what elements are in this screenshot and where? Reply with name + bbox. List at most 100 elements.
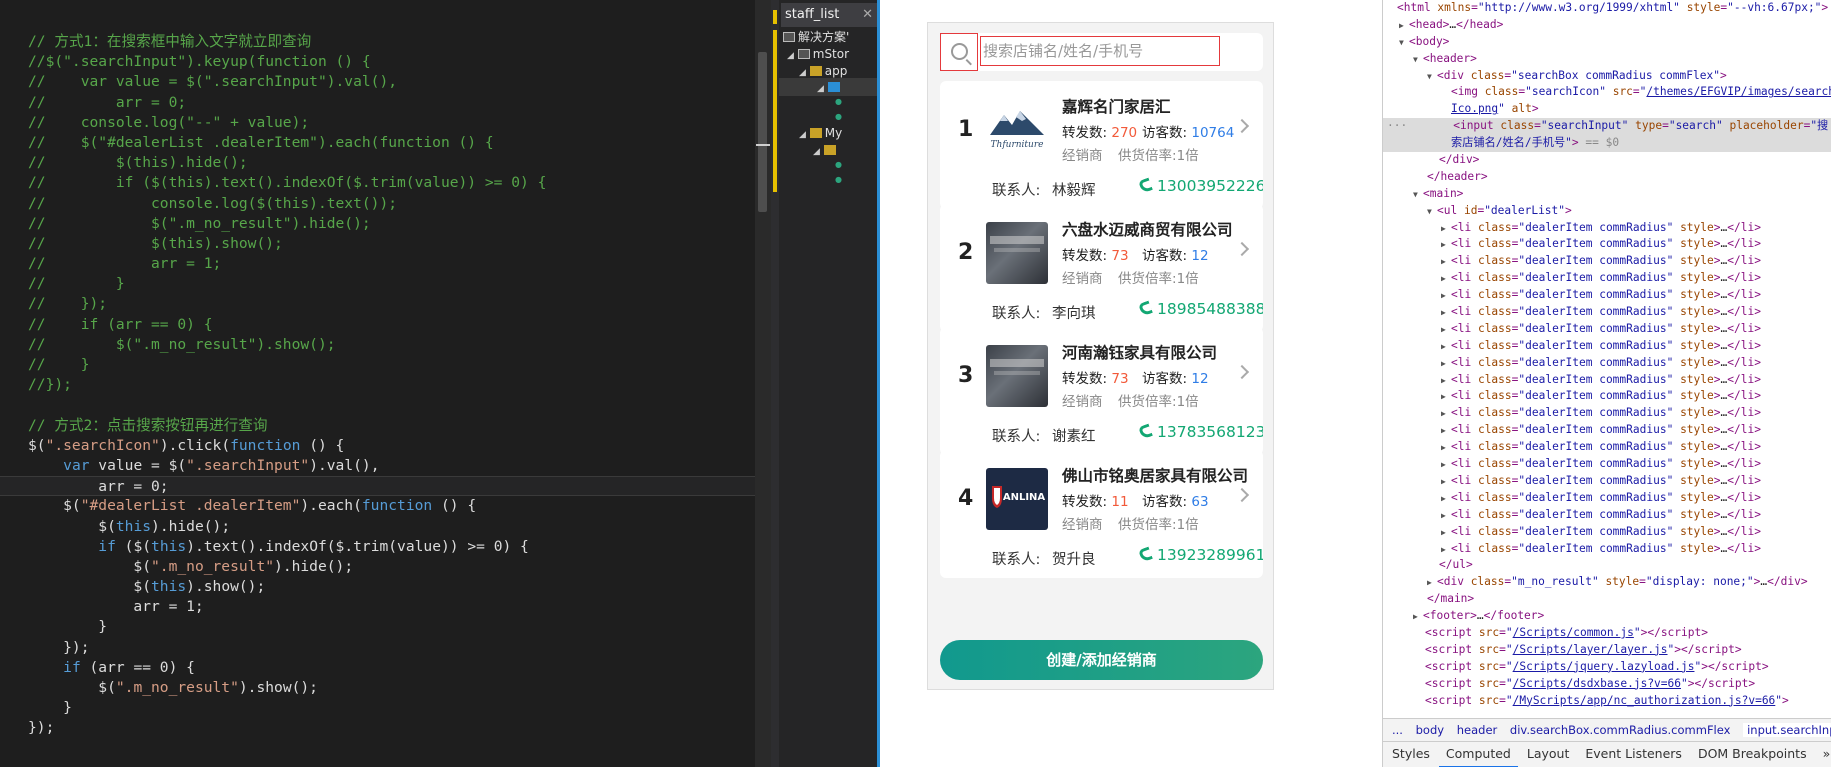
tree-item-folder[interactable]: ◢ My: [799, 124, 842, 142]
expand-triangle-icon[interactable]: ▶: [1441, 474, 1451, 491]
code-line[interactable]: // $(this).show();: [0, 234, 755, 254]
breadcrumb-item[interactable]: header: [1457, 723, 1498, 737]
code-line[interactable]: // }: [0, 274, 755, 294]
dealer-item[interactable]: 3 河南瀚钰家具有限公司 转发数: 73 访客数: 12 经销商 供货倍率:1倍…: [940, 327, 1263, 455]
dom-node-li[interactable]: ▶ <li class="dealerItem commRadius" style…: [1383, 270, 1831, 287]
expand-triangle-icon[interactable]: ▶: [1441, 389, 1451, 406]
dom-node-li[interactable]: ▶ <li class="dealerItem commRadius" style…: [1383, 456, 1831, 473]
code-line[interactable]: // var value = $(".searchInput").val(),: [0, 72, 755, 92]
chevron-right-icon[interactable]: [1234, 241, 1250, 257]
collapse-triangle-icon[interactable]: ▼: [1427, 204, 1437, 221]
elements-tree[interactable]: <html xmlns="http://www.w3.org/1999/xhtm…: [1383, 0, 1831, 718]
code-line[interactable]: // $(".m_no_result").show();: [0, 335, 755, 355]
dom-node-ul[interactable]: ▼ <ul id="dealerList">: [1383, 203, 1831, 220]
dom-node-li[interactable]: ▶ <li class="dealerItem commRadius" style…: [1383, 541, 1831, 558]
dom-node-li[interactable]: ▶ <li class="dealerItem commRadius" style…: [1383, 439, 1831, 456]
breadcrumb-item[interactable]: div.searchBox.commRadius.commFlex: [1510, 723, 1731, 737]
dom-node-li[interactable]: ▶ <li class="dealerItem commRadius" style…: [1383, 321, 1831, 338]
breadcrumb-item-selected[interactable]: input.searchInput: [1743, 723, 1831, 737]
dom-node-head[interactable]: ▶ <head>…</head>: [1383, 17, 1831, 34]
dom-node-script[interactable]: <script src="/Scripts/dsdxbase.js?v=66">…: [1383, 676, 1831, 693]
collapse-triangle-icon[interactable]: ▼: [1413, 187, 1423, 204]
dom-node-li[interactable]: ▶ <li class="dealerItem commRadius" style…: [1383, 524, 1831, 541]
expand-icon[interactable]: ◢: [817, 84, 824, 94]
expand-triangle-icon[interactable]: ▶: [1441, 288, 1451, 305]
dom-node-header[interactable]: ▼ <header>: [1383, 51, 1831, 68]
expand-triangle-icon[interactable]: ▶: [1441, 339, 1451, 356]
code-line[interactable]: });: [0, 718, 755, 738]
collapse-triangle-icon[interactable]: ▼: [1413, 52, 1423, 69]
code-line[interactable]: // console.log($(this).text());: [0, 194, 755, 214]
code-line[interactable]: $("#dealerList .dealerItem").each(functi…: [0, 496, 755, 516]
code-line[interactable]: // $(this).hide();: [0, 153, 755, 173]
expand-triangle-icon[interactable]: ▶: [1441, 254, 1451, 271]
expand-triangle-icon[interactable]: ▶: [1441, 373, 1451, 390]
expand-triangle-icon[interactable]: ▶: [1441, 356, 1451, 373]
expand-icon[interactable]: ◢: [787, 51, 794, 61]
dom-node-li[interactable]: ▶ <li class="dealerItem commRadius" style…: [1383, 388, 1831, 405]
dom-node-input-selected[interactable]: ··· <input class="searchInput" type="sear…: [1383, 118, 1831, 136]
code-line[interactable]: // 方式2：点击搜索按钮再进行查询: [0, 416, 755, 436]
dom-node-main[interactable]: ▼ <main>: [1383, 186, 1831, 203]
dom-node-body[interactable]: ▼ <body>: [1383, 34, 1831, 51]
editor-scrollbar-thumb[interactable]: [758, 52, 767, 212]
expand-triangle-icon[interactable]: ▶: [1441, 542, 1451, 559]
dom-node-li[interactable]: ▶ <li class="dealerItem commRadius" style…: [1383, 405, 1831, 422]
code-line[interactable]: if (arr == 0) {: [0, 658, 755, 678]
dom-node-li[interactable]: ▶ <li class="dealerItem commRadius" style…: [1383, 473, 1831, 490]
code-line[interactable]: }: [0, 617, 755, 637]
code-line[interactable]: $(".searchIcon").click(function () {: [0, 436, 755, 456]
code-line[interactable]: // arr = 1;: [0, 254, 755, 274]
expand-triangle-icon[interactable]: ▶: [1441, 221, 1451, 238]
code-line[interactable]: $(this).hide();: [0, 517, 755, 537]
code-line[interactable]: }: [0, 698, 755, 718]
breadcrumb-item[interactable]: body: [1416, 723, 1444, 737]
dom-node-li[interactable]: ▶ <li class="dealerItem commRadius" style…: [1383, 220, 1831, 237]
code-line[interactable]: [0, 395, 755, 415]
tab-dom-breakpoints[interactable]: DOM Breakpoints: [1691, 742, 1814, 766]
code-line[interactable]: var value = $(".searchInput").val(),: [0, 456, 755, 476]
expand-triangle-icon[interactable]: ▶: [1441, 406, 1451, 423]
code-line[interactable]: // });: [0, 294, 755, 314]
breadcrumb-item[interactable]: ...: [1392, 723, 1403, 737]
dom-node-li[interactable]: ▶ <li class="dealerItem commRadius" style…: [1383, 236, 1831, 253]
more-tabs-icon[interactable]: »: [1816, 742, 1831, 766]
phone-link[interactable]: 13923289961: [1138, 546, 1263, 564]
code-editor[interactable]: // 方式1：在搜索框中输入文字就立即查询 //$(".searchInput")…: [0, 0, 771, 767]
tab-event-listeners[interactable]: Event Listeners: [1578, 742, 1689, 766]
expand-triangle-icon[interactable]: ▶: [1441, 271, 1451, 288]
code-line[interactable]: if ($(this).text().indexOf($.trim(value)…: [0, 537, 755, 557]
expand-triangle-icon[interactable]: ▶: [1441, 237, 1451, 254]
dom-node-script[interactable]: <script src="/MyScripts/app/nc_authoriza…: [1383, 693, 1831, 710]
dealer-list[interactable]: 1 Thfurniture 嘉辉名门家居汇 转发数: 270 访客数: 1076…: [940, 81, 1263, 626]
search-button[interactable]: [940, 33, 978, 71]
expand-triangle-icon[interactable]: ▶: [1441, 440, 1451, 457]
dom-node-li[interactable]: ▶ <li class="dealerItem commRadius" style…: [1383, 253, 1831, 270]
phone-link[interactable]: 18985488388: [1138, 300, 1263, 318]
dom-node-script[interactable]: <script src="/Scripts/layer/layer.js"></…: [1383, 642, 1831, 659]
tab-computed[interactable]: Computed: [1438, 742, 1518, 767]
tab-staff-list[interactable]: staff_list ✕: [781, 3, 877, 27]
code-line[interactable]: // if ($(this).text().indexOf($.trim(val…: [0, 173, 755, 193]
editor-scrollbar[interactable]: [755, 0, 771, 767]
tab-styles[interactable]: Styles: [1385, 742, 1437, 766]
chevron-right-icon[interactable]: [1234, 118, 1250, 134]
close-icon[interactable]: ✕: [862, 3, 873, 27]
dom-node-no-result[interactable]: ▶ <div class="m_no_result" style="display…: [1383, 574, 1831, 591]
tree-item-project[interactable]: ◢ mStor: [787, 45, 849, 63]
dom-node-li[interactable]: ▶ <li class="dealerItem commRadius" style…: [1383, 304, 1831, 321]
dom-node-li[interactable]: ▶ <li class="dealerItem commRadius" style…: [1383, 422, 1831, 439]
code-line[interactable]: $(".m_no_result").hide();: [0, 557, 755, 577]
code-line[interactable]: });: [0, 638, 755, 658]
dom-node-li[interactable]: ▶ <li class="dealerItem commRadius" style…: [1383, 507, 1831, 524]
code-lines[interactable]: // 方式1：在搜索框中输入文字就立即查询 //$(".searchInput")…: [0, 32, 755, 739]
search-icon[interactable]: [951, 43, 968, 60]
collapse-triangle-icon[interactable]: ▼: [1399, 35, 1409, 52]
expand-icon[interactable]: ◢: [813, 147, 820, 157]
dom-node-footer[interactable]: ▶ <footer>…</footer>: [1383, 608, 1831, 625]
dom-node-li[interactable]: ▶ <li class="dealerItem commRadius" style…: [1383, 338, 1831, 355]
tab-layout[interactable]: Layout: [1520, 742, 1577, 766]
tree-item-selected[interactable]: ◢: [779, 78, 877, 96]
code-line[interactable]: // arr = 0;: [0, 93, 755, 113]
expand-triangle-icon[interactable]: ▶: [1441, 423, 1451, 440]
